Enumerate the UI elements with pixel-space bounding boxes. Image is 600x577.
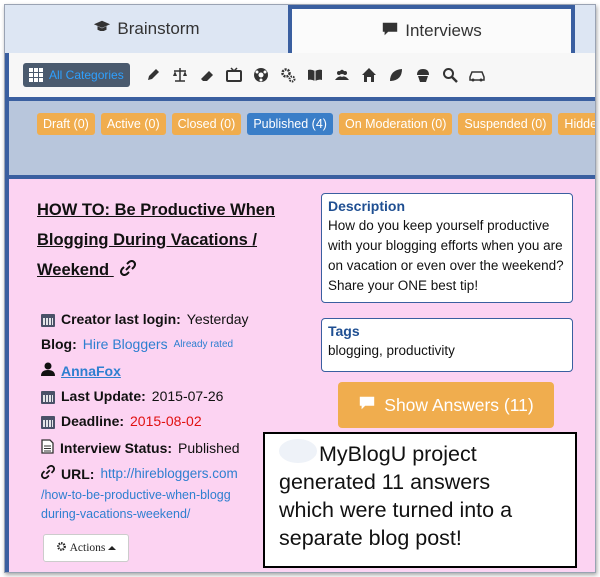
actions-label: Actions [69,542,106,554]
calendar-icon [41,312,55,327]
tab-brainstorm[interactable]: Brainstorm [5,5,290,53]
caret-up-icon [108,542,117,554]
status-label: Interview Status: [60,440,173,456]
blog-label: Blog: [41,336,77,352]
link-icon [41,465,55,482]
calendar-icon [41,389,55,404]
description-heading: Description [328,198,406,214]
screenshot-frame: Brainstorm Interviews All Categories Dra… [4,4,596,573]
tab-more[interactable] [573,5,595,53]
all-categories-button[interactable]: All Categories [23,63,130,87]
status-draft[interactable]: Draft (0) [37,113,95,135]
home-icon[interactable] [356,64,383,86]
show-answers-label: Show Answers (11) [384,394,534,415]
url-link-line1[interactable]: http://hirebloggers.com [100,466,237,481]
interview-card: HOW TO: Be Productive When Blogging Duri… [5,179,595,572]
user-icon [41,362,55,379]
tags-heading: Tags [328,323,360,339]
status-filter-bar: Draft (0) Active (0) Closed (0) Publishe… [5,101,595,179]
url-link-line3[interactable]: during-vacations-weekend/ [41,506,271,523]
interview-title-wrap: HOW TO: Be Productive When Blogging Duri… [37,195,297,286]
book-icon[interactable] [302,64,329,86]
tags-text: blogging, productivity [328,343,455,358]
tab-interviews[interactable]: Interviews [290,5,573,53]
tab-interviews-label: Interviews [405,21,482,40]
comment-icon [358,395,376,416]
deadline-row: Deadline: 2015-08-02 [41,413,202,429]
gears-icon[interactable] [275,64,302,86]
status-hidden[interactable]: Hidden (0) [558,113,595,135]
blog-link[interactable]: Hire Bloggers [83,336,168,352]
status-value: Published [178,440,240,456]
callout-annotation: MyBlogU project generated 11 answers whi… [263,432,577,568]
author-row: AnnaFox [41,362,121,379]
blog-row: Blog: Hire Bloggers Already rated [41,336,233,352]
eraser-icon[interactable] [194,64,221,86]
status-published[interactable]: Published (4) [247,113,333,135]
status-row: Interview Status: Published [41,439,240,457]
last-update-row: Last Update: 2015-07-26 [41,388,223,404]
top-tabs: Brainstorm Interviews [5,5,595,53]
people-icon[interactable] [329,64,356,86]
deadline-value: 2015-08-02 [130,413,202,429]
tab-brainstorm-label: Brainstorm [117,19,200,38]
url-row: URL: http://hirebloggers.com [41,465,238,482]
status-on-moderation[interactable]: On Moderation (0) [338,113,453,135]
show-answers-button[interactable]: Show Answers (11) [338,382,554,428]
creator-row: Creator last login: Yesterday [41,311,249,327]
callout-line1: MyBlogU project [319,442,477,466]
callout-line4: separate blog post! [279,526,462,550]
cupcake-icon[interactable] [410,64,437,86]
search-icon[interactable] [437,64,464,86]
author-link[interactable]: AnnaFox [61,363,121,379]
graduation-cap-icon [93,19,111,40]
pencil-icon[interactable] [140,64,167,86]
status-closed[interactable]: Closed (0) [171,113,242,135]
tags-box: Tags blogging, productivity [321,318,573,372]
interview-title[interactable]: HOW TO: Be Productive When Blogging Duri… [37,201,275,279]
soccer-ball-icon[interactable] [248,64,275,86]
blog-rated-badge: Already rated [173,338,234,350]
status-suspended[interactable]: Suspended (0) [458,113,553,135]
scales-icon[interactable] [167,64,194,86]
all-categories-label: All Categories [49,68,124,82]
deadline-label: Deadline: [61,413,125,429]
grid-icon [29,68,43,82]
calendar-icon [41,414,55,429]
creator-value: Yesterday [186,311,249,327]
car-icon[interactable] [464,64,491,86]
url-label: URL: [61,465,95,482]
creator-label: Creator last login: [61,311,181,327]
url-link-line2[interactable]: /how-to-be-productive-when-blogg [41,487,271,504]
description-text: How do you keep yourself productive with… [328,218,564,293]
status-active[interactable]: Active (0) [100,113,166,135]
callout-line2: generated 11 answers [279,470,491,494]
description-box: Description How do you keep yourself pro… [321,193,573,303]
actions-dropdown[interactable]: Actions [43,534,129,562]
gear-icon [56,541,67,555]
last-update-value: 2015-07-26 [151,388,224,404]
callout-line3: which were turned into a [279,498,513,522]
document-icon [41,439,54,457]
category-toolbar: All Categories [5,53,595,101]
last-update-label: Last Update: [61,388,146,404]
leaf-icon[interactable] [383,64,410,86]
comment-icon [381,21,399,42]
link-icon[interactable] [119,256,136,286]
tv-icon[interactable] [221,64,248,86]
